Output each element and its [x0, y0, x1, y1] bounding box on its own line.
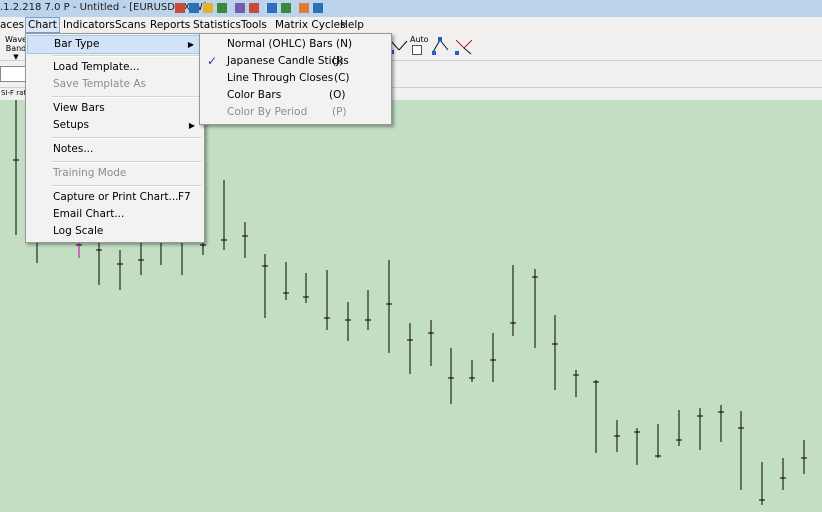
color-by-period-shortcut: (P): [332, 106, 347, 118]
menu-reports[interactable]: Reports: [148, 18, 192, 32]
chart-menu: Bar Type ▶ Load Template... Save Templat…: [25, 33, 205, 243]
wave-band-button[interactable]: Wave Band ▼: [5, 35, 27, 62]
price-bar: [324, 270, 330, 330]
band-label: Band: [5, 44, 27, 53]
capture-print-shortcut: F7: [178, 191, 191, 203]
candlesticks-label: Japanese Candle Sticks: [227, 55, 349, 67]
capture-print-label: Capture or Print Chart...: [53, 191, 179, 203]
price-bar: [718, 405, 724, 442]
price-bar: [303, 273, 309, 303]
menu-tools[interactable]: Tools: [239, 18, 269, 32]
training-mode-label: Training Mode: [53, 167, 127, 179]
submenu-arrow-icon: ▶: [187, 40, 194, 49]
menu-separator: [52, 55, 202, 57]
menu-item-save-template: Save Template As: [27, 76, 203, 93]
price-bar: [655, 424, 661, 458]
price-bar: [221, 180, 227, 250]
price-bar: [759, 462, 765, 505]
price-bar: [510, 265, 516, 336]
price-bar: [117, 250, 123, 290]
load-template-label: Load Template...: [53, 61, 140, 73]
menu-item-log-scale[interactable]: Log Scale: [27, 223, 203, 240]
price-bar: [552, 315, 558, 390]
menu-item-setups[interactable]: Setups ▶: [27, 117, 203, 134]
price-bar: [407, 323, 413, 374]
title-bar: .1.2.218 7.0 P - Untitled - [EURUSD=X-W]: [0, 0, 822, 18]
price-bar: [614, 420, 620, 452]
bar-type-label: Bar Type: [54, 38, 100, 50]
menu-item-capture-print[interactable]: Capture or Print Chart... F7: [27, 189, 203, 206]
menu-scans[interactable]: Scans: [113, 18, 148, 32]
menu-item-color-bars[interactable]: Color Bars (O): [201, 87, 390, 104]
menu-item-view-bars[interactable]: View Bars: [27, 100, 203, 117]
price-bar: [469, 360, 475, 382]
menu-separator: [52, 137, 202, 139]
price-bar: [801, 440, 807, 474]
email-chart-label: Email Chart...: [53, 208, 125, 220]
price-bar: [262, 254, 268, 318]
line-through-closes-label: Line Through Closes: [227, 72, 334, 84]
menu-matrix-cycles[interactable]: Matrix Cycles: [273, 18, 348, 32]
price-bar: [386, 260, 392, 353]
menu-separator: [52, 96, 202, 98]
price-bar: [780, 458, 786, 490]
menu-item-candlesticks[interactable]: ✓ Japanese Candle Sticks (J): [201, 53, 390, 70]
menu-bar: aces Chart Indicators Scans Reports Stat…: [0, 17, 822, 33]
menu-item-load-template[interactable]: Load Template...: [27, 59, 203, 76]
submenu-arrow-icon: ▶: [188, 121, 195, 130]
menu-indicators[interactable]: Indicators: [61, 18, 117, 32]
menu-help[interactable]: Help: [338, 18, 366, 32]
setups-label: Setups: [53, 119, 90, 131]
normal-ohlc-shortcut: (N): [336, 38, 353, 50]
line-through-closes-shortcut: (C): [334, 72, 350, 84]
price-bar: [697, 408, 703, 450]
menu-chart[interactable]: Chart: [25, 17, 60, 33]
title-bar-toolbar-icons: [175, 3, 323, 13]
price-bar: [448, 348, 454, 404]
price-bar: [676, 410, 682, 446]
wave-label: Wave: [5, 35, 27, 44]
auto-checkbox[interactable]: [412, 45, 422, 55]
andrews-pitchfork-tool-icon[interactable]: [430, 36, 452, 57]
cycle-tool-icon[interactable]: [453, 36, 475, 57]
price-bar: [138, 238, 144, 275]
price-bar: [738, 411, 744, 490]
price-bar: [573, 370, 579, 397]
checkmark-icon: ✓: [207, 54, 218, 68]
price-bar: [13, 100, 19, 235]
menu-separator: [52, 161, 202, 163]
price-bar: [365, 290, 371, 330]
log-scale-label: Log Scale: [53, 225, 104, 237]
price-bar: [634, 428, 640, 465]
price-bar: [242, 222, 248, 258]
status-text: SI-F rat: [1, 89, 27, 97]
view-bars-label: View Bars: [53, 102, 105, 114]
price-bar: [345, 302, 351, 341]
normal-ohlc-label: Normal (OHLC) Bars: [227, 38, 333, 50]
menu-separator: [52, 185, 202, 187]
auto-label: Auto: [410, 35, 429, 44]
menu-statistics[interactable]: Statistics: [191, 18, 243, 32]
save-template-label: Save Template As: [53, 78, 147, 90]
color-bars-shortcut: (O): [329, 89, 346, 101]
menu-item-bar-type[interactable]: Bar Type ▶: [27, 35, 203, 54]
menu-item-normal-ohlc[interactable]: Normal (OHLC) Bars (N): [201, 36, 390, 53]
menu-item-notes[interactable]: Notes...: [27, 141, 203, 158]
price-bar: [532, 269, 538, 348]
color-by-period-label: Color By Period: [227, 106, 308, 118]
menu-item-color-by-period: Color By Period (P): [201, 104, 390, 121]
menu-item-line-through-closes[interactable]: Line Through Closes (C): [201, 70, 390, 87]
price-bar: [490, 333, 496, 382]
price-bar: [283, 262, 289, 300]
bar-type-submenu: Normal (OHLC) Bars (N) ✓ Japanese Candle…: [199, 33, 392, 125]
candlesticks-shortcut: (J): [332, 55, 344, 67]
color-bars-label: Color Bars: [227, 89, 282, 101]
symbol-combo[interactable]: [0, 66, 26, 82]
price-bar: [593, 380, 599, 453]
notes-label: Notes...: [53, 143, 94, 155]
menu-item-email-chart[interactable]: Email Chart...: [27, 206, 203, 223]
price-bar: [428, 320, 434, 366]
menu-workspaces[interactable]: aces: [0, 18, 26, 32]
menu-item-training-mode: Training Mode: [27, 165, 203, 182]
